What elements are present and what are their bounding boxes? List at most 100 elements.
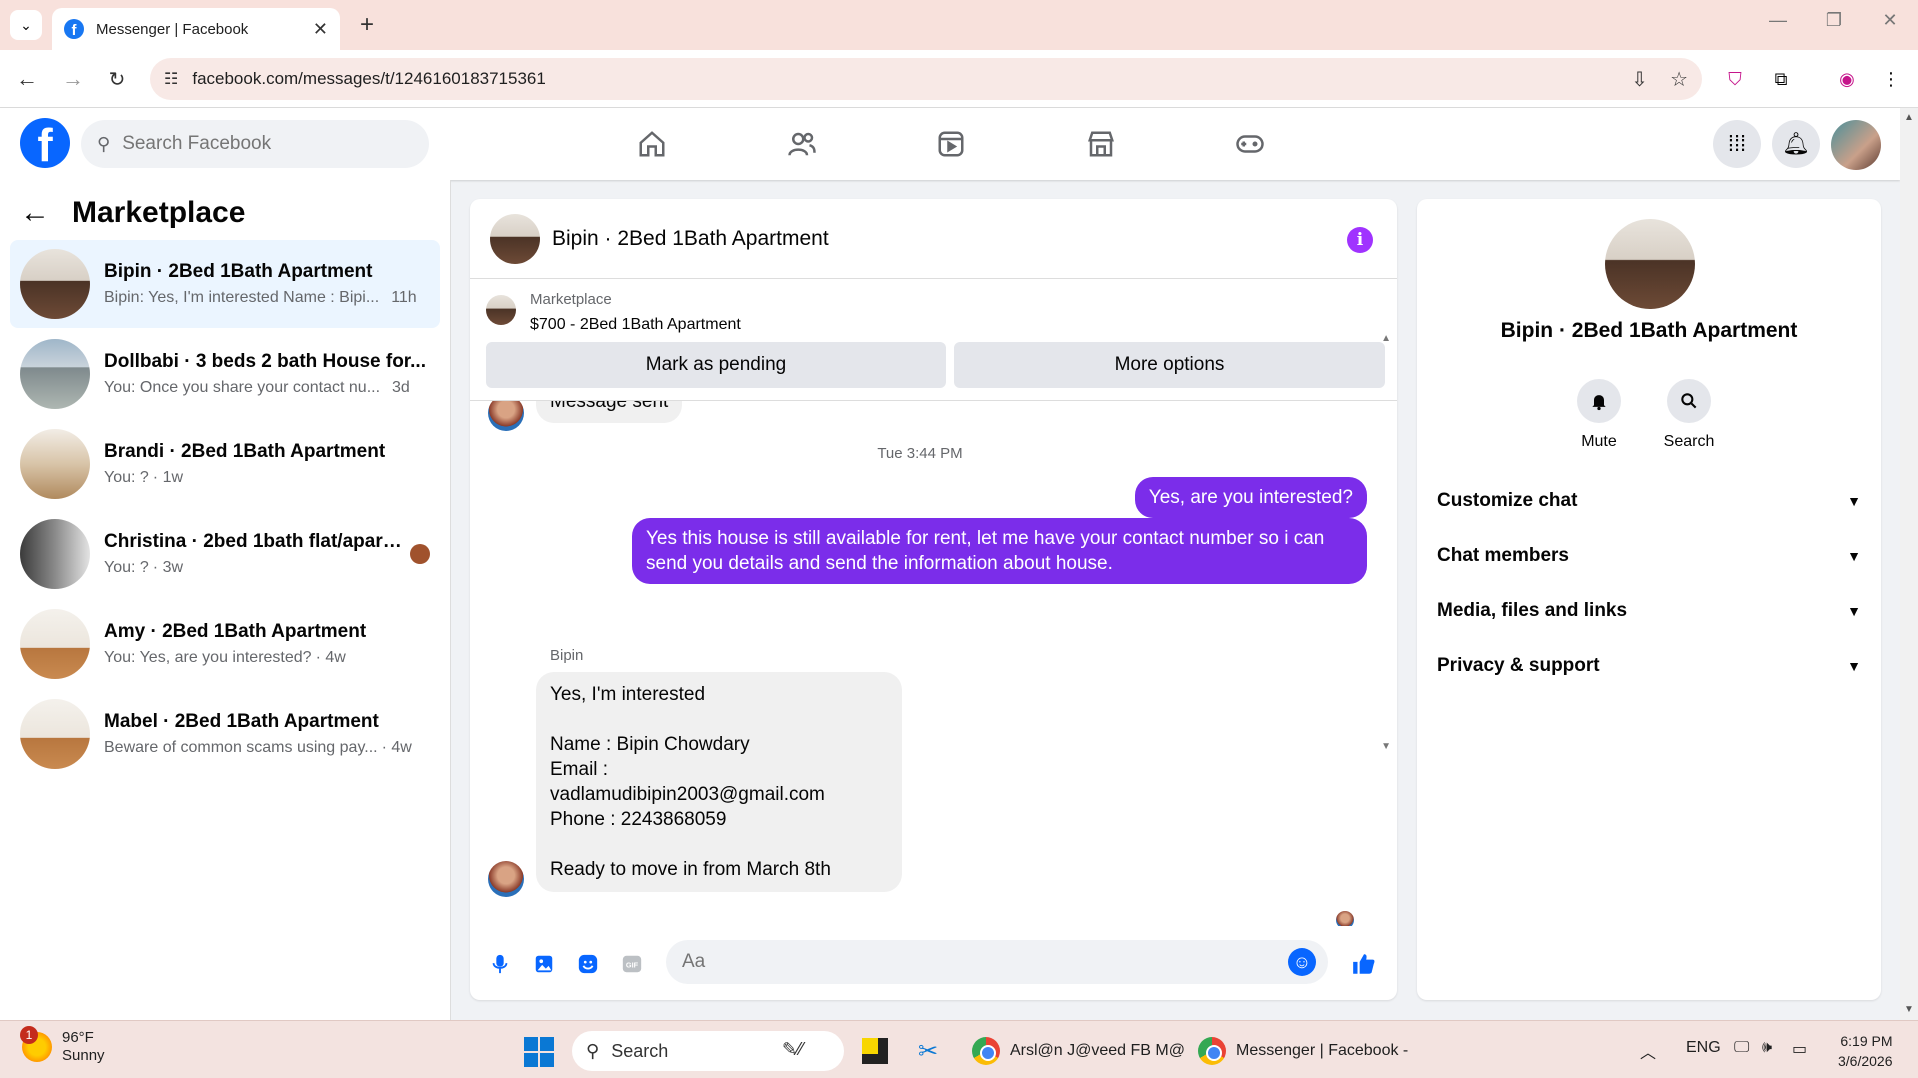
snipping-tool-icon[interactable]: ✂ [918, 1033, 938, 1069]
menu-grid-icon[interactable]: ⁞⁞⁞ [1713, 120, 1761, 168]
search-highlight-icon: ✎⁄⁄ [782, 1039, 804, 1059]
reload-icon[interactable]: ↻ [102, 64, 132, 94]
gaming-icon[interactable] [1230, 124, 1270, 164]
facebook-logo-icon[interactable]: f [20, 118, 70, 168]
like-thumbs-up-icon[interactable] [1350, 950, 1378, 978]
clock-time: 6:19 PM [1840, 1033, 1893, 1049]
more-options-button[interactable]: More options [954, 342, 1385, 388]
battery-icon[interactable]: ▭ [1792, 1039, 1807, 1059]
volume-icon[interactable]: 🕪 [1762, 1039, 1772, 1057]
install-app-icon[interactable]: ⇩ [1631, 67, 1648, 92]
chat-title[interactable]: Bipin · 2Bed 1Bath Apartment [552, 227, 829, 251]
extensions-puzzle-icon[interactable]: ⧉ [1768, 66, 1794, 92]
back-icon[interactable]: ← [12, 64, 42, 94]
conversation-item[interactable]: Dollbabi · 3 beds 2 bath House for... Yo… [10, 330, 440, 418]
conversation-preview: You: Yes, are you interested? [104, 649, 312, 666]
new-tab-icon[interactable]: + [352, 10, 382, 40]
page-scrollbar[interactable]: ▲ ▼ [1900, 108, 1918, 1020]
sun-icon: 1 [20, 1026, 52, 1062]
voice-clip-icon[interactable] [486, 950, 514, 978]
page-scroll-up-icon[interactable]: ▲ [1904, 112, 1914, 123]
photo-icon[interactable] [530, 950, 558, 978]
browser-tab-active[interactable]: f Messenger | Facebook ✕ [52, 8, 340, 50]
sticky-notes-icon[interactable] [862, 1033, 888, 1069]
tab-search-dropdown-icon[interactable]: ⌄ [10, 10, 42, 40]
window-close-icon[interactable]: ✕ [1870, 10, 1910, 31]
customize-chat-section[interactable]: Customize chat ▼ [1437, 481, 1861, 521]
marketplace-icon[interactable] [1081, 124, 1121, 164]
partial-message-bubble: Message sent [536, 401, 683, 423]
taskbar-app-chrome-2[interactable]: Messenger | Facebook - [1198, 1033, 1408, 1069]
network-icon[interactable]: 🖵 [1734, 1039, 1749, 1057]
page-scroll-down-icon[interactable]: ▼ [1904, 1004, 1914, 1015]
chrome-menu-icon[interactable]: ⋮ [1878, 66, 1904, 92]
gif-icon[interactable]: GIF [618, 950, 646, 978]
conversation-item[interactable]: Brandi · 2Bed 1Bath Apartment You: ? · 1w [10, 420, 440, 508]
weather-badge: 1 [20, 1026, 38, 1044]
conversation-time: 3d [392, 379, 410, 396]
account-avatar[interactable] [1831, 120, 1881, 170]
taskbar-clock[interactable]: 6:19 PM 3/6/2026 [1838, 1031, 1893, 1071]
search-label: Search [1663, 433, 1715, 450]
url-text: facebook.com/messages/t/1246160183715361 [192, 69, 546, 88]
media-files-links-section[interactable]: Media, files and links ▼ [1437, 591, 1861, 631]
notifications-bell-icon[interactable]: 🔔︎ [1772, 120, 1820, 168]
conversation-item[interactable]: Christina · 2bed 1bath flat/apart... You… [10, 510, 440, 598]
chevron-down-icon: ▼ [1847, 658, 1861, 674]
conversation-item[interactable]: Mabel · 2Bed 1Bath Apartment Beware of c… [10, 690, 440, 778]
windows-start-icon[interactable] [524, 1037, 554, 1067]
chat-members-section[interactable]: Chat members ▼ [1437, 536, 1861, 576]
taskbar-search-label: Search [611, 1040, 669, 1061]
address-bar[interactable]: ☷ facebook.com/messages/t/12461601837153… [150, 58, 1702, 100]
info-icon[interactable]: i [1347, 227, 1373, 253]
privacy-support-section[interactable]: Privacy & support ▼ [1437, 646, 1861, 686]
conversation-preview: You: Once you share your contact nu... [104, 379, 381, 396]
bookmark-star-icon[interactable]: ☆ [1670, 67, 1688, 92]
message-input-box[interactable]: ☺ [666, 940, 1328, 984]
mute-button[interactable]: Mute [1559, 379, 1639, 451]
video-icon[interactable] [931, 124, 971, 164]
home-icon[interactable] [632, 124, 672, 164]
listing-price[interactable]: $700 - 2Bed 1Bath Apartment [530, 316, 741, 334]
profile-icon[interactable]: ◉ [1834, 66, 1860, 92]
conversation-time: · 4w [315, 649, 346, 666]
site-info-icon[interactable]: ☷ [164, 69, 178, 89]
weather-widget[interactable]: 1 96°F Sunny [20, 1026, 105, 1065]
taskbar-search[interactable]: ⚲ Search ✎⁄⁄ [572, 1031, 844, 1071]
message-line: Yes, I'm interested [550, 684, 706, 705]
facebook-search-box[interactable]: ⚲ [81, 120, 429, 168]
scroll-up-icon[interactable]: ▲ [1381, 333, 1391, 344]
search-in-conversation-button[interactable]: Search [1649, 379, 1729, 451]
scroll-down-icon[interactable]: ▼ [1381, 741, 1391, 752]
chrome-icon [1198, 1037, 1226, 1065]
conversation-thumbnail [20, 249, 90, 319]
taskbar-app-chrome-1[interactable]: Arsl@n J@veed FB M@ [972, 1033, 1185, 1069]
message-timestamp: Tue 3:44 PM [877, 445, 963, 462]
language-indicator[interactable]: ENG [1686, 1039, 1721, 1057]
conversation-item[interactable]: Amy · 2Bed 1Bath Apartment You: Yes, are… [10, 600, 440, 688]
conversation-time: 11h [391, 289, 417, 306]
conversation-item[interactable]: Bipin · 2Bed 1Bath Apartment Bipin: Yes,… [10, 240, 440, 328]
facebook-search-input[interactable] [122, 133, 383, 155]
chat-profile-picture[interactable] [1605, 219, 1695, 309]
chat-thumbnail[interactable] [490, 213, 540, 264]
conversation-name: Mabel · 2Bed 1Bath Apartment [104, 711, 379, 732]
search-icon: ⚲ [97, 133, 111, 154]
message-input[interactable] [682, 951, 1262, 973]
restore-icon[interactable]: ❐ [1814, 10, 1854, 31]
message-line: Ready to move in from March 8th [550, 859, 831, 880]
weather-temp: 96°F [62, 1029, 94, 1046]
sticker-icon[interactable] [574, 950, 602, 978]
forward-icon[interactable]: → [58, 64, 88, 94]
sender-avatar [488, 861, 524, 897]
conversation-time: · 3w [152, 559, 184, 576]
emoji-icon[interactable]: ☺ [1288, 948, 1316, 976]
tray-overflow-chevron-icon[interactable]: ︿ [1640, 1039, 1656, 1063]
shield-extension-icon[interactable]: ⛉ [1722, 66, 1748, 92]
mark-as-pending-button[interactable]: Mark as pending [486, 342, 946, 388]
section-label: Customize chat [1437, 490, 1578, 511]
minimize-icon[interactable]: — [1758, 10, 1798, 31]
tab-close-icon[interactable]: ✕ [313, 19, 328, 40]
back-arrow-icon[interactable]: ← [20, 196, 50, 230]
friends-icon[interactable] [782, 124, 822, 164]
